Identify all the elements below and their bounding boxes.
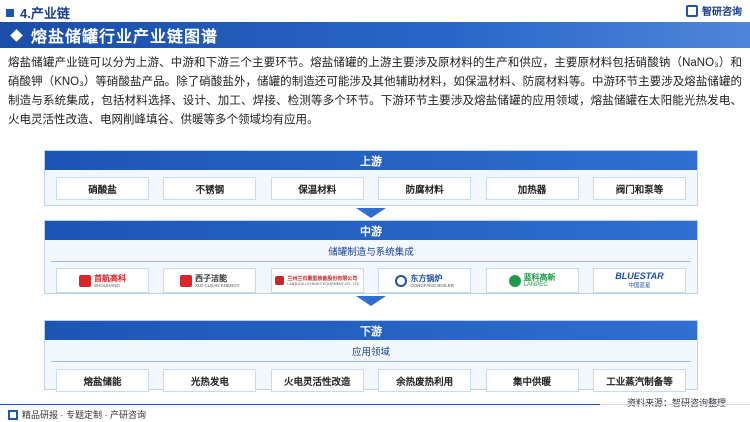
brand: 智研咨询 (686, 3, 742, 18)
company-name: 兰州兰石重型装备股份有限公司 (287, 275, 358, 282)
upstream-item: 硝酸盐 (56, 177, 149, 200)
downstream-item: 熔盐储能 (56, 369, 149, 392)
downstream-item: 光热发电 (163, 369, 257, 392)
divider (51, 261, 691, 262)
footer-divider (0, 404, 750, 405)
company-sub: LANZHOU LS HEAVY EQUIPMENT CO., LTD (287, 281, 360, 286)
xizi-logo-icon (180, 274, 192, 287)
page-title: 熔盐储罐行业产业链图谱 (31, 29, 219, 46)
brand-logo-icon (686, 4, 698, 17)
upstream-title: 上游 (45, 151, 697, 170)
downstream-title: 下游 (45, 321, 697, 340)
upstream-item: 保温材料 (270, 177, 364, 200)
footer-tagline: 精品研报 · 专题定制 · 产研咨询 (8, 408, 146, 421)
downstream-item: 工业蒸汽制备等 (592, 369, 686, 392)
title-bar: 熔盐储罐行业产业链图谱 (0, 22, 750, 48)
midstream-subtitle: 储罐制造与系统集成 (328, 247, 414, 258)
company-sub: 中国蓝星 (628, 283, 651, 289)
top-bar: 4.产业链 智研咨询 (0, 0, 750, 22)
midstream-title: 中游 (45, 221, 697, 240)
divider (51, 361, 691, 362)
downstream-item: 集中供暖 (485, 369, 579, 392)
company-name: 西子洁能 (195, 273, 227, 283)
upstream-panel: 上游 硝酸盐 不锈钢 保温材料 防腐材料 加热器 阀门和泵等 (44, 150, 698, 206)
section-label: 4.产业链 (20, 6, 70, 21)
arrow-down-icon (356, 208, 386, 218)
company-name: 蓝科高新 (523, 273, 556, 282)
section-number: 4.产业链 (6, 3, 70, 22)
upstream-item: 阀门和泵等 (592, 177, 686, 200)
company-logo: 首航高科 SHOUHANG (56, 268, 149, 293)
footer-logo-icon (8, 409, 18, 420)
dongfang-logo-icon (395, 274, 408, 287)
downstream-subtitle: 应用领域 (351, 347, 390, 358)
company-sub: SHOUHANG (94, 282, 121, 288)
company-logos: 首航高科 SHOUHANG 西子洁能 XIZI CLEAN ENERGY 兰州兰… (45, 268, 697, 293)
section-marker-icon (6, 8, 14, 17)
footer-text: 精品研报 · 专题定制 · 产研咨询 (22, 410, 146, 420)
shouhang-logo-icon (79, 274, 91, 287)
company-sub: DONGFANG BOILER (410, 282, 454, 288)
upstream-item: 不锈钢 (163, 177, 257, 200)
lanpec-logo-icon (508, 274, 521, 287)
downstream-item: 火电灵活性改造 (270, 369, 364, 392)
company-logo: BLUESTAR 中国蓝星 (592, 268, 686, 293)
upstream-items: 硝酸盐 不锈钢 保温材料 防腐材料 加热器 阀门和泵等 (45, 177, 697, 200)
intro-paragraph: 熔盐储罐产业链可以分为上游、中游和下游三个主要环节。熔盐储罐的上游主要涉及原材料… (8, 57, 742, 126)
upstream-item: 加热器 (485, 177, 579, 200)
company-logo: 蓝科高新 LANPEC (485, 268, 579, 293)
downstream-panel: 下游 应用领域 熔盐储能 光热发电 火电灵活性改造 余热废热利用 集中供暖 工业… (44, 320, 698, 392)
company-name: 东方锅炉 (410, 273, 443, 283)
company-logo: 西子洁能 XIZI CLEAN ENERGY (163, 268, 257, 293)
diamond-icon (10, 28, 23, 42)
company-logo: 东方锅炉 DONGFANG BOILER (378, 268, 472, 293)
downstream-items: 熔盐储能 光热发电 火电灵活性改造 余热废热利用 集中供暖 工业蒸汽制备等 (45, 369, 697, 392)
company-name: BLUESTAR (615, 271, 664, 281)
lanshi-logo-icon (275, 276, 285, 285)
arrow-down-icon (356, 296, 386, 306)
midstream-panel: 中游 储罐制造与系统集成 首航高科 SHOUHANG 西子洁能 XIZI CLE… (44, 220, 698, 294)
company-sub: XIZI CLEAN ENERGY (195, 282, 240, 288)
upstream-item: 防腐材料 (378, 177, 472, 200)
company-logo: 兰州兰石重型装备股份有限公司 LANZHOU LS HEAVY EQUIPMEN… (270, 268, 364, 293)
source-note: 资料来源：智研咨询整理 (626, 398, 726, 408)
company-name: 首航高科 (94, 273, 126, 283)
company-sub: LANPEC (523, 282, 548, 288)
downstream-item: 余热废热利用 (378, 369, 472, 392)
brand-name: 智研咨询 (702, 7, 742, 18)
